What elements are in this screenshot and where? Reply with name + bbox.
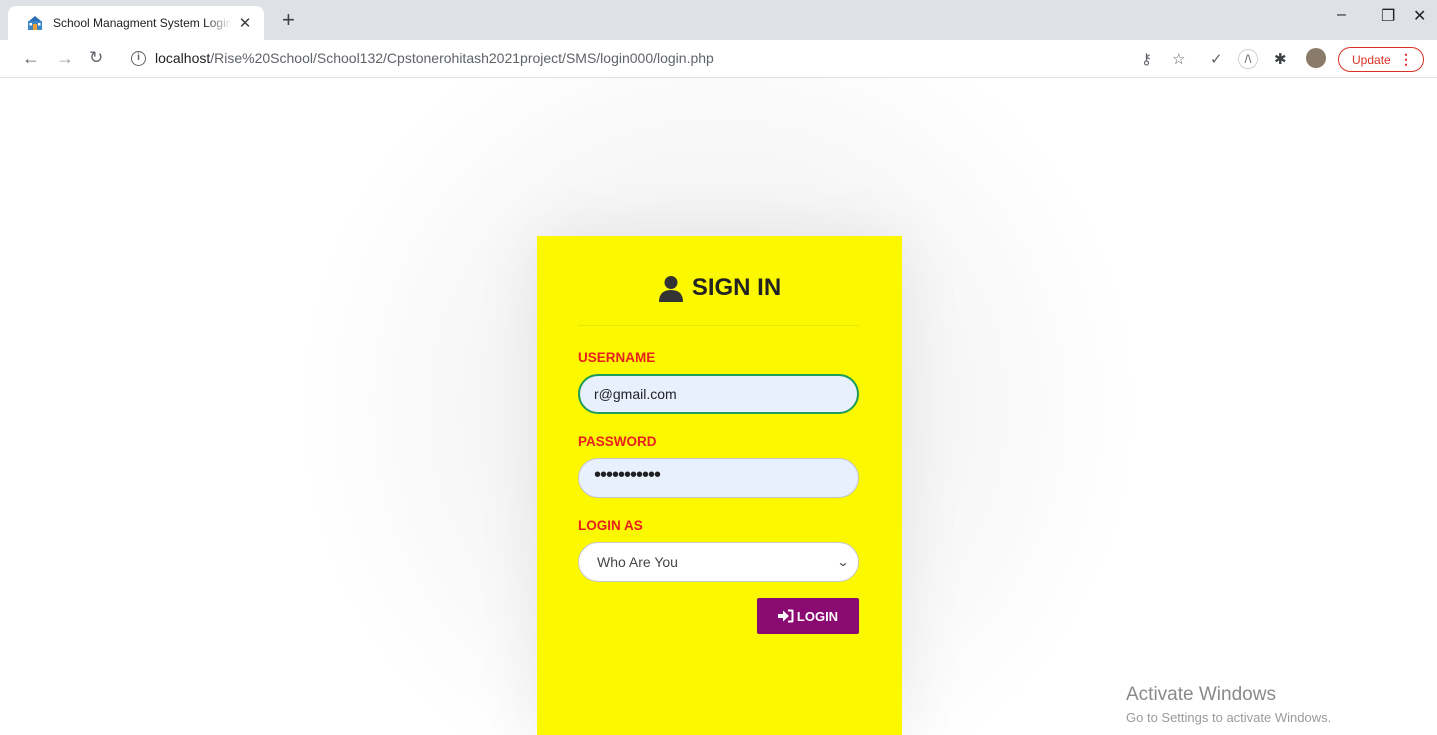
site-info-icon[interactable]: i [131, 51, 146, 66]
card-header: SIGN IN [537, 274, 902, 302]
forward-arrow-icon[interactable]: → [56, 47, 74, 69]
username-label: USERNAME [578, 350, 656, 365]
login-button[interactable]: LOGIN [757, 598, 859, 634]
minimize-icon[interactable]: – [1337, 6, 1346, 24]
password-input[interactable]: ••••••••••• [578, 458, 859, 498]
sign-in-title: SIGN IN [691, 274, 782, 301]
chevron-down-icon: ⌄ [836, 555, 850, 569]
sign-in-icon [777, 609, 794, 623]
new-tab-icon[interactable]: + [282, 8, 295, 32]
check-extension-icon[interactable]: ✓ [1210, 50, 1223, 68]
close-tab-icon[interactable]: ✕ [236, 14, 254, 32]
login-as-selected: Who Are You [597, 554, 678, 570]
puzzle-extensions-icon[interactable]: ✱ [1274, 50, 1287, 68]
activate-windows-subtitle: Go to Settings to activate Windows. [1126, 710, 1332, 725]
restore-icon[interactable]: ❐ [1381, 6, 1395, 26]
key-icon[interactable]: ⚷ [1141, 50, 1152, 68]
back-arrow-icon[interactable]: ← [22, 47, 40, 69]
update-button[interactable]: Update ⋮ [1338, 47, 1424, 72]
activate-windows-title: Activate Windows [1126, 684, 1276, 705]
profile-avatar[interactable] [1306, 48, 1326, 68]
login-card: SIGN IN USERNAME r@gmail.com PASSWORD ••… [537, 236, 902, 735]
browser-tab-bar: School Managment System Login ✕ + – ❐ ✕ [0, 0, 1437, 40]
user-icon [658, 275, 683, 302]
browser-tab[interactable]: School Managment System Login ✕ [8, 6, 264, 40]
username-input[interactable]: r@gmail.com [578, 374, 859, 414]
login-as-select[interactable]: Who Are You ⌄ [578, 542, 859, 582]
username-value: r@gmail.com [594, 386, 677, 402]
url-text[interactable]: localhost/Rise%20School/School132/Cpston… [155, 50, 714, 66]
update-label: Update [1352, 52, 1391, 67]
menu-dots-icon: ⋮ [1399, 51, 1413, 67]
bookmark-star-icon[interactable]: ☆ [1172, 50, 1185, 68]
password-label: PASSWORD [578, 434, 657, 449]
password-value: ••••••••••• [594, 464, 661, 486]
login-button-label: LOGIN [796, 608, 839, 624]
extension-icon[interactable]: /\ [1238, 49, 1258, 69]
close-window-icon[interactable]: ✕ [1413, 6, 1426, 26]
reload-icon[interactable]: ↻ [89, 47, 103, 69]
tab-title: School Managment System Login [53, 16, 232, 30]
title-divider [578, 325, 859, 326]
login-as-label: LOGIN AS [578, 518, 643, 533]
school-building-icon [28, 16, 42, 30]
